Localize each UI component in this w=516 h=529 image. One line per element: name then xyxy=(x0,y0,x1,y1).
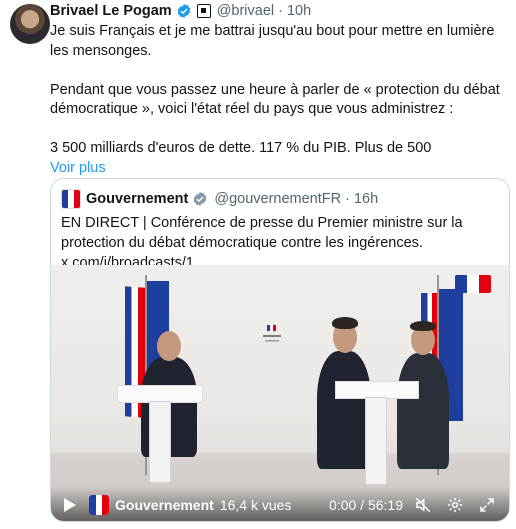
quoted-tweet[interactable]: Gouvernement @gouvernementFR · 16h EN DI… xyxy=(50,178,510,522)
speaker-middle-hair xyxy=(332,317,358,329)
verified-gov-badge-icon xyxy=(194,192,207,206)
separator-dot: · xyxy=(345,191,350,207)
settings-button[interactable] xyxy=(445,495,465,515)
video-controls: Gouvernement 16,4 k vues 0:00 / 56:19 xyxy=(51,487,509,521)
verified-badge-icon xyxy=(177,4,191,18)
quote-avatar[interactable] xyxy=(61,189,81,209)
quote-timestamp[interactable]: 16h xyxy=(354,191,378,207)
speaker-right-hair xyxy=(410,321,436,331)
author-handle[interactable]: @brivael xyxy=(217,3,274,19)
quote-text: EN DIRECT | Conférence de presse du Prem… xyxy=(61,215,463,271)
government-logo xyxy=(263,325,281,342)
author-name[interactable]: Brivael Le Pogam xyxy=(50,3,172,19)
author-avatar[interactable] xyxy=(10,4,50,44)
tweet-text: Je suis Français et je me battrai jusqu'… xyxy=(50,22,505,178)
gear-icon xyxy=(447,497,463,513)
tweet-paragraph: Pendant que vous passez une heure à parl… xyxy=(50,81,500,118)
fullscreen-button[interactable] xyxy=(477,495,497,515)
view-count: 16,4 k vues xyxy=(219,497,292,513)
speaker-middle xyxy=(317,351,371,469)
tweet-paragraph: 3 500 milliards d'euros de dette. 117 % … xyxy=(50,140,432,156)
play-button[interactable] xyxy=(61,496,79,514)
tweet-timestamp[interactable]: 10h xyxy=(287,3,311,19)
fullscreen-icon xyxy=(480,498,494,512)
video-time: 0:00 / 56:19 xyxy=(329,497,403,513)
quote-header: Gouvernement @gouvernementFR · 16h xyxy=(61,189,378,209)
affiliation-icon[interactable] xyxy=(196,4,211,18)
video-player[interactable]: Gouvernement 16,4 k vues 0:00 / 56:19 xyxy=(51,265,509,521)
channel-name[interactable]: Gouvernement xyxy=(115,497,214,513)
tweet-paragraph: Je suis Français et je me battrai jusqu'… xyxy=(50,23,495,59)
lectern-left-stand xyxy=(149,401,171,483)
play-icon xyxy=(64,498,76,512)
quote-author-handle[interactable]: @gouvernementFR xyxy=(214,191,341,207)
quote-author-name[interactable]: Gouvernement xyxy=(86,191,188,207)
lectern-right-stand xyxy=(365,397,387,485)
channel-avatar[interactable] xyxy=(89,495,109,515)
show-more-link[interactable]: Voir plus xyxy=(50,160,106,176)
speaker-right xyxy=(397,353,449,469)
mute-button[interactable] xyxy=(413,495,433,515)
speaker-left-head xyxy=(157,331,181,361)
mute-icon xyxy=(415,497,431,513)
separator-dot: · xyxy=(278,3,283,19)
tweet-header: Brivael Le Pogam @brivael · 10h xyxy=(50,0,311,22)
